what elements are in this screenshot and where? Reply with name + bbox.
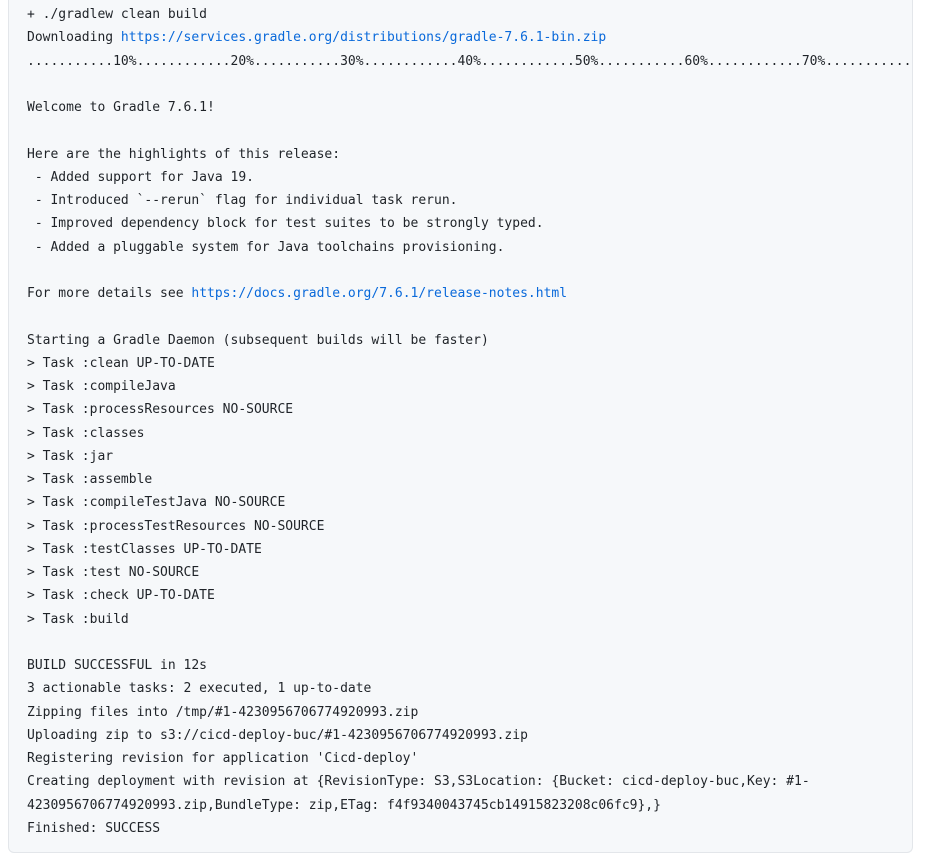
console-line: > Task :assemble [27, 472, 153, 487]
console-line: > Task :processResources NO-SOURCE [27, 402, 294, 418]
console-line: - Improved dependency block for test sui… [27, 216, 544, 232]
console-link[interactable]: https://docs.gradle.org/7.6.1/release-no… [191, 286, 567, 301]
console-line: > Task :compileJava [27, 379, 176, 394]
console-line-text: For more details see [27, 286, 192, 301]
console-line: + ./gradlew clean build [27, 7, 208, 22]
console-line: - Added a pluggable system for Java tool… [27, 239, 505, 255]
console-line: > Task :check UP-TO-DATE [27, 588, 215, 604]
console-line: Welcome to Gradle 7.6.1! [27, 100, 215, 115]
console-line: - Added support for Java 19. [27, 169, 254, 185]
console-line: > Task :classes [27, 425, 145, 441]
console-line: > Task :jar [27, 448, 114, 464]
console-line: 3 actionable tasks: 2 executed, 1 up-to-… [27, 681, 372, 697]
console-line: 4230956706774920993.zip,BundleType: zip,… [27, 797, 661, 813]
console-line: Here are the highlights of this release: [27, 146, 341, 162]
console-line: > Task :testClasses UP-TO-DATE [27, 541, 262, 557]
console-line: Zipping files into /tmp/#1-4230956706774… [27, 704, 419, 720]
console-line: Finished: SUCCESS [27, 820, 161, 836]
console-output: + ./gradlew clean build Downloading https… [27, 3, 913, 840]
console-line: Uploading zip to s3://cicd-deploy-buc/#1… [27, 727, 528, 743]
console-line: BUILD SUCCESSFUL in 12s [27, 658, 208, 673]
console-line-text: Downloading [27, 30, 121, 46]
console-line: For more details see https://docs.gradle… [27, 282, 912, 305]
console-link[interactable]: https://services.gradle.org/distribution… [121, 30, 606, 45]
console-line: > Task :test NO-SOURCE [27, 565, 200, 580]
console-line: Downloading https://services.gradle.org/… [27, 26, 912, 49]
console-output-panel: + ./gradlew clean build Downloading https… [8, 0, 913, 853]
console-line: ...........10%............20%...........… [27, 53, 913, 69]
console-line: > Task :build [27, 611, 129, 627]
console-line: Creating deployment with revision at {Re… [27, 774, 810, 790]
console-line: > Task :processTestResources NO-SOURCE [27, 518, 325, 534]
console-line: Registering revision for application 'Ci… [27, 751, 419, 766]
console-line: Starting a Gradle Daemon (subsequent bui… [27, 332, 489, 348]
console-line: - Introduced `--rerun` flag for individu… [27, 193, 458, 208]
console-line: > Task :clean UP-TO-DATE [27, 355, 215, 371]
console-line: > Task :compileTestJava NO-SOURCE [27, 495, 286, 511]
